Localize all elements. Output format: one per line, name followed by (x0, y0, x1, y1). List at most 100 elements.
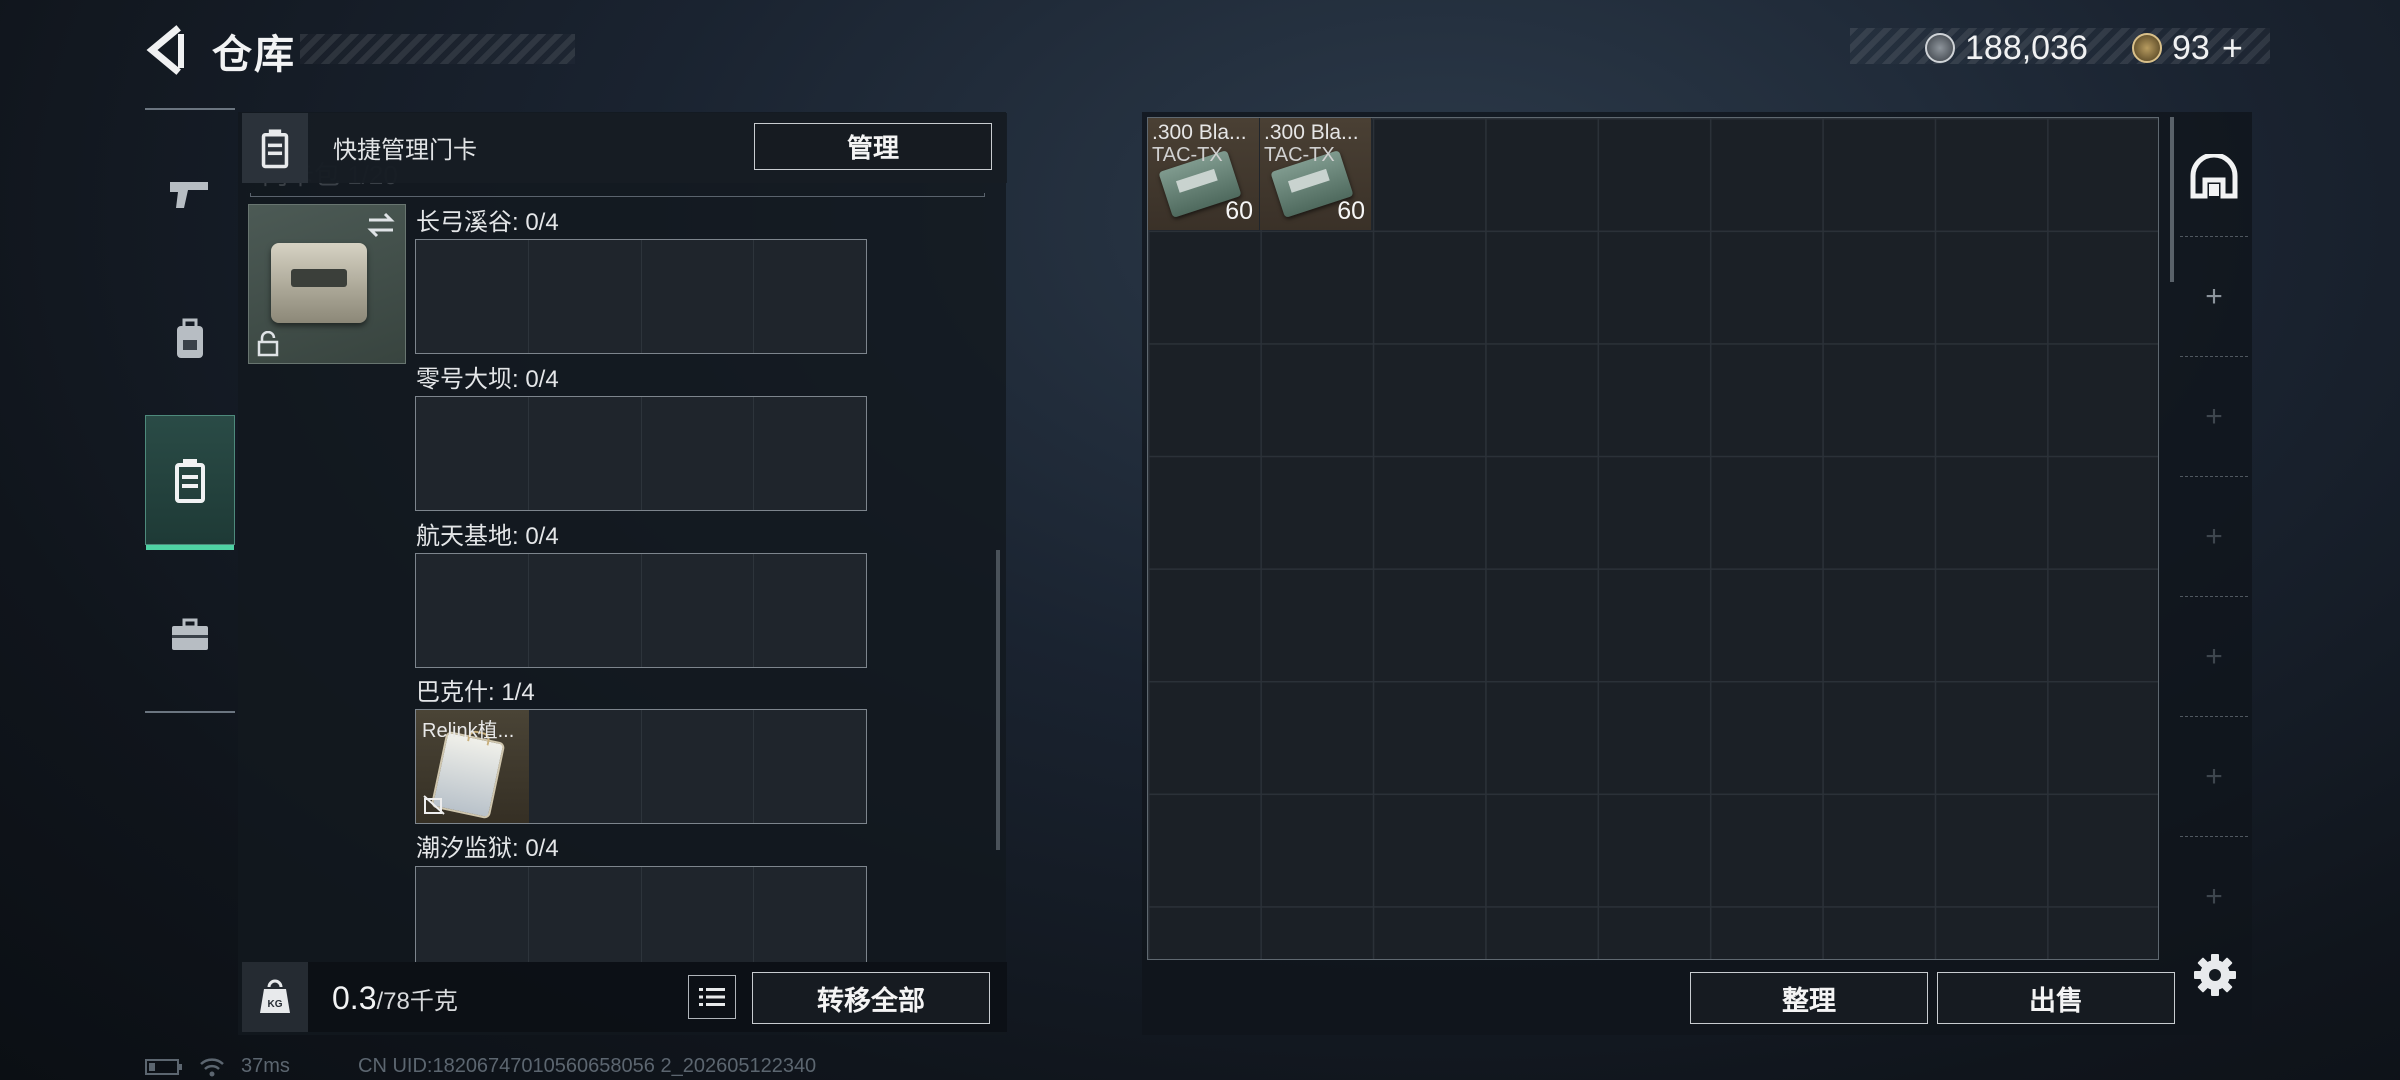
keycard-case-slot[interactable] (248, 204, 406, 364)
ammo-count: 60 (1337, 197, 1365, 225)
plus-icon: + (2205, 759, 2223, 793)
keycard-slot[interactable] (416, 240, 529, 353)
keycard-slot[interactable] (642, 867, 755, 962)
stash-tab-locked: + (2180, 357, 2248, 477)
rail-item-keycards[interactable] (145, 415, 235, 550)
keycard-row-space-base[interactable] (415, 553, 867, 668)
currency-silver: 188,036 (1925, 26, 2088, 70)
list-icon (699, 988, 725, 1006)
keycard-slot[interactable] (642, 397, 755, 510)
plus-icon: + (2205, 639, 2223, 673)
keycard-slot[interactable]: Relink植... (416, 710, 529, 823)
stash-tab-locked: + (2180, 597, 2248, 717)
back-button[interactable] (140, 22, 190, 78)
sort-button[interactable]: 整理 (1690, 972, 1928, 1024)
weight-max: /78千克 (376, 988, 458, 1015)
map-label-longbow-valley: 长弓溪谷: 0/4 (416, 209, 559, 236)
safehouse-icon (2190, 153, 2238, 198)
status-bar: 37ms (145, 1055, 290, 1078)
stash-tab-locked: + (2180, 717, 2248, 837)
stash-item-ammo[interactable]: .300 Bla... TAC-TX 60 (1148, 118, 1260, 230)
stash-page-tabs: + + + + + + (2180, 117, 2248, 960)
add-currency-button[interactable]: + (2222, 27, 2243, 69)
rail-item-backpack[interactable] (145, 295, 235, 385)
gear-icon (2194, 954, 2236, 996)
currency-gold-value: 93 (2172, 28, 2210, 67)
stash-tab-add[interactable]: + (2180, 237, 2248, 357)
keycard-slot[interactable] (754, 240, 866, 353)
keycard-slot[interactable] (416, 397, 529, 510)
weight-icon-box: KG (242, 962, 308, 1032)
map-label-space-base: 航天基地: 0/4 (416, 523, 559, 550)
gold-triangle-coin-icon (2132, 33, 2162, 63)
plus-icon: + (2205, 880, 2223, 913)
weight-display: 0.3/78千克 (332, 980, 458, 1017)
keycard-row-tide-prison[interactable] (415, 866, 867, 962)
divider (250, 193, 985, 197)
rail-item-toolbox[interactable] (145, 590, 235, 680)
keycard-slot[interactable] (529, 397, 642, 510)
sell-button[interactable]: 出售 (1937, 972, 2175, 1024)
keycard-slot[interactable] (529, 554, 642, 667)
unauthorized-icon (423, 795, 445, 815)
svg-text:KG: KG (268, 999, 283, 1010)
stash-scrollbar[interactable] (2170, 117, 2174, 282)
pistol-icon (170, 182, 208, 208)
plus-icon: + (2205, 519, 2223, 553)
lock-icon (257, 331, 279, 357)
category-rail (145, 108, 235, 713)
briefcase-icon (172, 618, 208, 650)
keycard-slot[interactable] (642, 554, 755, 667)
ammo-name: .300 Bla... (1264, 121, 1359, 144)
keycard-slot[interactable] (754, 867, 866, 962)
keycard-slot[interactable] (754, 554, 866, 667)
map-label-brakkesh: 巴克什: 1/4 (416, 679, 535, 706)
relink-keycard-item[interactable]: Relink植... (416, 710, 529, 823)
keycard-slot[interactable] (529, 867, 642, 962)
keycard-slot[interactable] (416, 554, 529, 667)
ammo-name: .300 Bla... (1152, 121, 1247, 144)
quick-manage-icon-box (242, 113, 308, 183)
keycard-slot[interactable] (642, 240, 755, 353)
keycard-slot[interactable] (754, 710, 866, 823)
keycard-slot[interactable] (642, 710, 755, 823)
ping-value: 37ms (241, 1055, 290, 1077)
keycard-case-image (271, 243, 367, 323)
ammo-subtype: TAC-TX (1264, 144, 1335, 166)
battery-icon (145, 1058, 182, 1075)
page-title: 仓库 (212, 33, 296, 77)
keycard-slot[interactable] (416, 867, 529, 962)
stash-tab-locked: + (2180, 477, 2248, 597)
keycard-slot[interactable] (529, 710, 642, 823)
stash-tab-main[interactable] (2180, 117, 2248, 237)
map-label-tide-prison: 潮汐监狱: 0/4 (416, 835, 559, 862)
stash-item-ammo[interactable]: .300 Bla... TAC-TX 60 (1260, 118, 1372, 230)
transfer-all-button[interactable]: 转移全部 (752, 972, 990, 1024)
settings-button[interactable] (2192, 952, 2238, 998)
map-label-zero-dam: 零号大坝: 0/4 (416, 366, 559, 393)
silver-coin-icon (1925, 33, 1955, 63)
rail-item-weapons[interactable] (145, 150, 235, 240)
keycard-slot[interactable] (754, 397, 866, 510)
stash-grid[interactable]: .300 Bla... TAC-TX 60 .300 Bla... TAC-TX… (1147, 117, 2159, 960)
backpack-icon (177, 318, 203, 358)
relink-keycard-name: Relink植... (422, 720, 515, 742)
keycard-slot[interactable] (529, 240, 642, 353)
keycard-scrollbar[interactable] (996, 550, 1000, 850)
keycard-case-icon (261, 129, 289, 169)
list-view-button[interactable] (688, 975, 736, 1019)
weight-icon: KG (260, 979, 290, 1013)
currency-silver-value: 188,036 (1965, 28, 2088, 67)
back-arrow-icon (146, 25, 184, 75)
keycard-row-longbow-valley[interactable] (415, 239, 867, 354)
uid-text: CN UID:18206747010560658056 2_2026051223… (358, 1055, 817, 1077)
currency-gold: 93 + (2132, 26, 2243, 70)
keycard-row-zero-dam[interactable] (415, 396, 867, 511)
keycard-case-icon (175, 459, 205, 503)
plus-icon: + (2205, 399, 2223, 433)
weight-value: 0.3 (332, 980, 377, 1016)
manage-button[interactable]: 管理 (754, 123, 992, 170)
swap-icon[interactable] (365, 211, 397, 239)
stash-tab-locked: + (2180, 837, 2248, 957)
keycard-row-brakkesh[interactable]: Relink植... (415, 709, 867, 824)
